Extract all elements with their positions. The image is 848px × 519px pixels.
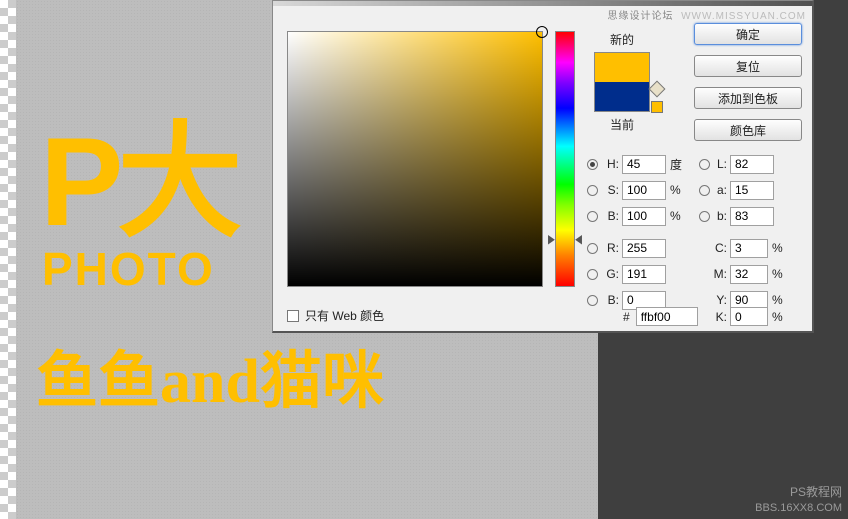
input-s[interactable] <box>622 181 666 200</box>
sv-cursor-icon <box>536 26 548 38</box>
web-only-checkbox[interactable] <box>287 310 299 322</box>
current-color-swatch <box>595 82 649 111</box>
input-l[interactable] <box>730 155 774 174</box>
label-a: a: <box>713 183 727 197</box>
unit-m: % <box>772 267 788 281</box>
label-m: M: <box>713 267 727 281</box>
unit-h: 度 <box>670 156 686 173</box>
web-only-label: 只有 Web 颜色 <box>305 307 384 324</box>
radio-s[interactable] <box>587 185 598 196</box>
unit-b-hsb: % <box>670 209 686 223</box>
input-b-lab[interactable] <box>730 207 774 226</box>
radio-l[interactable] <box>699 159 710 170</box>
radio-b-lab[interactable] <box>699 211 710 222</box>
label-h: H: <box>601 157 619 171</box>
radio-g[interactable] <box>587 269 598 280</box>
unit-k: % <box>772 310 788 324</box>
watermark-top: 思缘设计论坛 WWW.MISSYUAN.COM <box>608 7 806 22</box>
radio-b-hsb[interactable] <box>587 211 598 222</box>
canvas-text-3: 鱼鱼and猫咪 <box>36 330 384 420</box>
input-a[interactable] <box>730 181 774 200</box>
label-l: L: <box>713 157 727 171</box>
k-row: K: % <box>713 307 788 326</box>
canvas-text-2: PHOTO <box>42 242 215 296</box>
label-g: G: <box>601 267 619 281</box>
label-s: S: <box>601 183 619 197</box>
unit-y: % <box>772 293 788 307</box>
unit-c: % <box>772 241 788 255</box>
unit-s: % <box>670 183 686 197</box>
input-r[interactable] <box>622 239 666 258</box>
new-color-swatch <box>595 53 649 82</box>
label-c: C: <box>713 241 727 255</box>
current-color-label: 当前 <box>587 116 657 133</box>
label-k: K: <box>713 310 727 324</box>
color-preview: 新的 当前 <box>587 31 657 137</box>
dialog-titlebar[interactable] <box>273 1 812 6</box>
input-hex[interactable] <box>636 307 698 326</box>
dialog-buttons: 确定 复位 添加到色板 颜色库 <box>694 23 802 141</box>
watermark-bottom: PS教程网 BBS.16XX8.COM <box>755 485 842 515</box>
label-y: Y: <box>713 293 727 307</box>
color-picker-dialog: 思缘设计论坛 WWW.MISSYUAN.COM ▶◀ 新的 当前 确定 复位 添… <box>272 0 814 333</box>
new-color-label: 新的 <box>587 31 657 48</box>
label-b-hsb: B: <box>601 209 619 223</box>
hex-prefix: # <box>623 310 630 324</box>
color-libraries-button[interactable]: 颜色库 <box>694 119 802 141</box>
input-b-hsb[interactable] <box>622 207 666 226</box>
reset-button[interactable]: 复位 <box>694 55 802 77</box>
web-colors-only: 只有 Web 颜色 <box>287 307 384 324</box>
color-value-fields: H: 度 L: S: % a: <box>587 151 797 313</box>
radio-a[interactable] <box>699 185 710 196</box>
hex-row: # <box>623 307 698 326</box>
input-g[interactable] <box>622 265 666 284</box>
add-to-swatches-button[interactable]: 添加到色板 <box>694 87 802 109</box>
input-m[interactable] <box>730 265 768 284</box>
saturation-value-field[interactable] <box>287 31 543 287</box>
hue-slider[interactable] <box>555 31 575 287</box>
radio-r[interactable] <box>587 243 598 254</box>
hue-slider-marker-icon: ▶◀ <box>548 234 582 245</box>
gamut-corrected-swatch[interactable] <box>651 101 663 113</box>
label-b-lab: b: <box>713 209 727 223</box>
input-h[interactable] <box>622 155 666 174</box>
radio-h[interactable] <box>587 159 598 170</box>
radio-b-rgb[interactable] <box>587 295 598 306</box>
color-swatch[interactable] <box>594 52 650 112</box>
canvas-text-1: P大 <box>40 80 236 261</box>
label-b-rgb: B: <box>601 293 619 307</box>
input-c[interactable] <box>730 239 768 258</box>
input-k[interactable] <box>730 307 768 326</box>
label-r: R: <box>601 241 619 255</box>
ok-button[interactable]: 确定 <box>694 23 802 45</box>
